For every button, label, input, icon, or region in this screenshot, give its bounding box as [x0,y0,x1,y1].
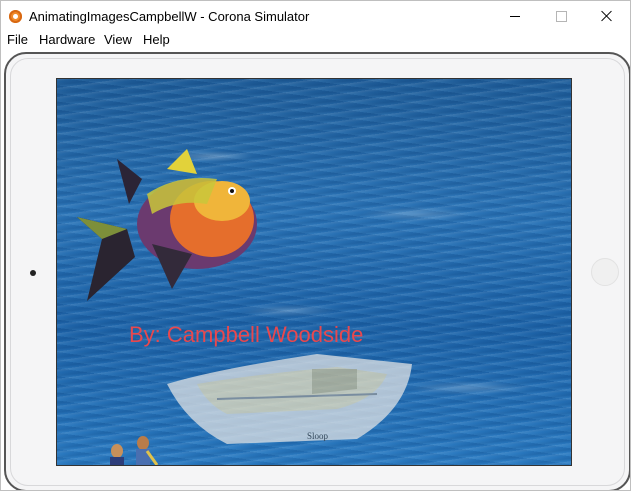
credit-text: By: Campbell Woodside [129,322,364,347]
fish-sprite [77,149,257,301]
close-button[interactable] [584,1,630,31]
menu-help[interactable]: Help [143,32,170,47]
close-icon [601,10,613,22]
window-title: AnimatingImagesCampbellW - Corona Simula… [29,9,310,24]
simulator-screen[interactable]: Sloop By: Campbell Woodside [56,78,572,466]
menu-view[interactable]: View [104,32,132,47]
maximize-icon [555,10,567,22]
boat-sprite: Sloop [167,354,412,444]
maximize-button[interactable] [538,1,584,31]
corona-simulator-icon [9,10,22,23]
menu-file[interactable]: File [7,32,28,47]
menu-hardware[interactable]: Hardware [39,32,95,47]
minimize-button[interactable] [492,1,538,31]
people-sprite [110,436,159,465]
boat-name: Sloop [307,431,329,441]
menu-bar: File Hardware View Help [1,31,630,49]
title-bar[interactable]: AnimatingImagesCampbellW - Corona Simula… [1,1,630,31]
minimize-icon [510,15,520,17]
camera-icon [30,270,36,276]
app-window: AnimatingImagesCampbellW - Corona Simula… [0,0,631,491]
scene-graphics: Sloop [77,149,412,465]
home-button[interactable] [591,258,619,286]
